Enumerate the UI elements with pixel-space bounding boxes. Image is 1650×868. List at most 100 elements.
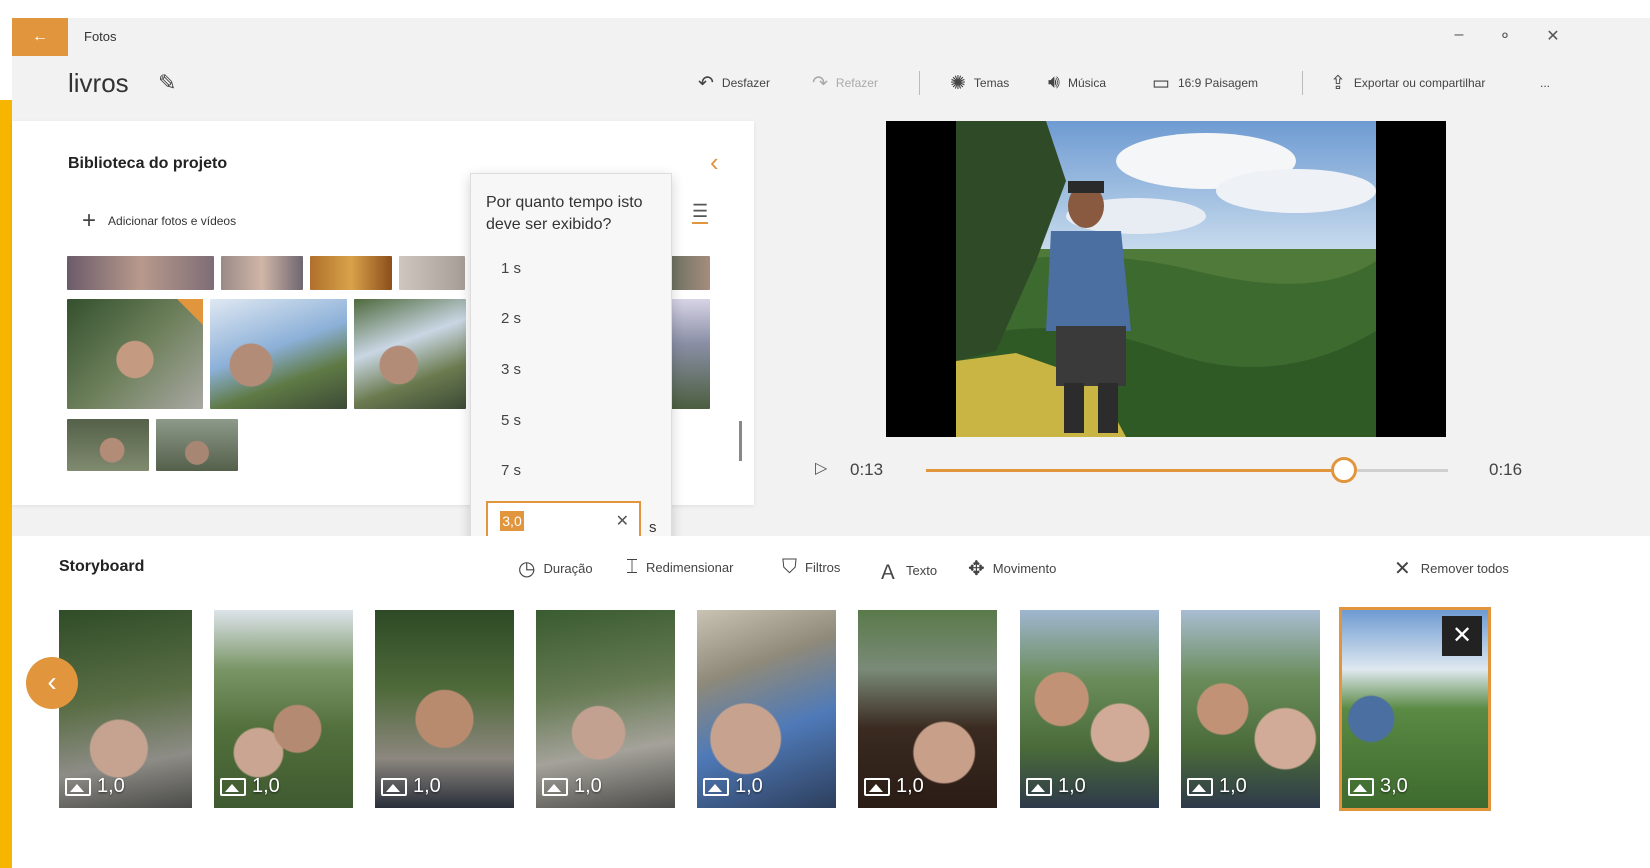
duration-option-3s[interactable]: 3 s	[501, 361, 521, 378]
video-editor-window: ← Fotos – ⚬ ✕ livros ✎ ↶ Desfazer ↷ Refaze…	[12, 18, 1650, 868]
filters-label: Filtros	[805, 560, 841, 575]
plus-icon: +	[82, 207, 97, 234]
used-in-project-corner	[177, 299, 203, 325]
storyboard-clip[interactable]: 1,0	[536, 610, 675, 808]
motion-button[interactable]: ✥ Movimento	[968, 556, 1056, 581]
filters-icon: ⛉	[782, 556, 797, 578]
duration-option-7s[interactable]: 7 s	[501, 462, 521, 479]
image-icon	[864, 777, 890, 796]
storyboard-clip[interactable]: 1,0	[59, 610, 192, 808]
more-label: ...	[1540, 76, 1551, 90]
library-thumbnail[interactable]	[399, 256, 465, 290]
aspect-label: 16:9 Paisagem	[1177, 76, 1259, 90]
close-icon: ✕	[1394, 558, 1411, 580]
image-icon	[1348, 777, 1374, 796]
library-thumbnail[interactable]	[156, 419, 238, 471]
filters-button[interactable]: ⛉ Filtros	[782, 556, 840, 579]
clip-duration: 1,0	[896, 775, 924, 797]
current-time: 0:13	[850, 460, 884, 479]
storyboard-clip[interactable]: 1,0	[1020, 610, 1159, 808]
music-label: Música	[1067, 76, 1106, 90]
storyboard-clip[interactable]: 1,0	[858, 610, 997, 808]
duration-unit-label: s	[649, 519, 657, 536]
storyboard-clip[interactable]: 1,0	[1181, 610, 1320, 808]
storyboard-clip[interactable]: 1,0	[375, 610, 514, 808]
custom-duration-input[interactable]: 3,0 ✕	[486, 501, 641, 539]
clip-duration: 1,0	[574, 775, 602, 797]
add-media-button[interactable]: + Adicionar fotos e vídeos	[82, 207, 236, 235]
clip-duration-badge: 1,0	[858, 775, 924, 798]
duration-option-1s[interactable]: 1 s	[501, 260, 521, 277]
library-thumbnail[interactable]	[67, 299, 203, 409]
more-options-button[interactable]: ...	[1540, 68, 1550, 98]
music-speaker-icon: 🔊︎	[1048, 72, 1060, 93]
photos-app-screen: ← Fotos – ⚬ ✕ livros ✎ ↶ Desfazer ↷ Refaze…	[0, 0, 1650, 868]
library-thumbnail[interactable]	[210, 299, 347, 409]
image-icon	[542, 777, 568, 796]
aspect-ratio-icon: ▭	[1152, 72, 1170, 94]
storyboard-clip[interactable]: 1,0	[214, 610, 353, 808]
rename-pencil-icon[interactable]: ✎	[158, 70, 176, 96]
clip-duration-badge: 3,0	[1342, 775, 1408, 798]
export-button[interactable]: ⇪ Exportar ou compartilhar	[1330, 68, 1485, 98]
clip-duration: 1,0	[1219, 775, 1247, 797]
themes-label: Temas	[973, 76, 1010, 90]
chevron-left-icon[interactable]: ‹	[710, 147, 719, 178]
remove-all-button[interactable]: ✕ Remover todos	[1394, 556, 1509, 581]
duration-option-2s[interactable]: 2 s	[501, 310, 521, 327]
storyboard-clip-selected[interactable]: ✕ 3,0	[1339, 607, 1491, 811]
toolbar-divider	[1302, 71, 1303, 95]
undo-button[interactable]: ↶ Desfazer	[698, 68, 770, 98]
preview-frame-photo	[956, 121, 1376, 437]
duration-button[interactable]: ◷ Duração	[518, 556, 593, 581]
image-icon	[1026, 777, 1052, 796]
library-scrollbar[interactable]	[739, 421, 742, 461]
clip-duration-badge: 1,0	[697, 775, 763, 798]
clip-duration-badge: 1,0	[1020, 775, 1086, 798]
playback-scrubber[interactable]	[926, 469, 1448, 472]
minimize-button[interactable]: –	[1444, 26, 1474, 44]
redo-icon: ↷	[812, 72, 828, 94]
library-thumbnail[interactable]	[67, 256, 214, 290]
add-media-label: Adicionar fotos e vídeos	[108, 214, 237, 228]
duration-option-5s[interactable]: 5 s	[501, 412, 521, 429]
clip-duration: 1,0	[413, 775, 441, 797]
music-button[interactable]: 🔊︎ Música	[1048, 68, 1106, 98]
library-thumbnail[interactable]	[67, 419, 149, 471]
library-thumbnail[interactable]	[221, 256, 303, 290]
storyboard-panel: Storyboard ◷ Duração ⌶ Redimensionar ⛉ Filt…	[12, 536, 1650, 868]
themes-button[interactable]: ✺ Temas	[950, 68, 1009, 98]
play-icon[interactable]: ▷	[815, 458, 827, 478]
themes-icon: ✺	[950, 72, 966, 94]
duration-question: Por quanto tempo isto deve ser exibido?	[486, 194, 643, 233]
redo-button[interactable]: ↷ Refazer	[812, 68, 878, 98]
text-label: Texto	[906, 563, 938, 578]
resize-label: Redimensionar	[646, 560, 734, 575]
library-title: Biblioteca do projeto	[68, 155, 228, 172]
preview-landscape-image	[956, 121, 1376, 437]
resize-button[interactable]: ⌶ Redimensionar	[626, 556, 733, 579]
list-view-icon[interactable]: ☰	[692, 201, 709, 224]
storyboard-scroll-left-chevron-icon[interactable]: ‹	[26, 657, 78, 709]
clip-duration: 1,0	[252, 775, 280, 797]
export-label: Exportar ou compartilhar	[1353, 76, 1486, 90]
library-thumbnail[interactable]	[354, 299, 466, 409]
restore-button[interactable]: ⚬	[1490, 26, 1520, 46]
storyboard-clip[interactable]: 1,0	[697, 610, 836, 808]
remove-clip-close-icon[interactable]: ✕	[1442, 616, 1482, 656]
clock-icon: ◷	[518, 558, 536, 580]
text-button[interactable]: Ａ Texto	[878, 556, 937, 585]
duration-label: Duração	[543, 561, 593, 576]
clip-duration: 3,0	[1380, 775, 1408, 797]
aspect-ratio-button[interactable]: ▭ 16:9 Paisagem	[1152, 68, 1258, 98]
image-icon	[1187, 777, 1213, 796]
motion-label: Movimento	[992, 561, 1057, 576]
clear-input-icon[interactable]: ✕	[616, 511, 629, 531]
video-preview[interactable]	[886, 121, 1446, 437]
library-thumbnail[interactable]	[310, 256, 392, 290]
image-icon	[65, 777, 91, 796]
scrubber-handle[interactable]	[1330, 457, 1357, 483]
clip-duration: 1,0	[1058, 775, 1086, 797]
back-button[interactable]: ←	[12, 18, 68, 56]
close-window-button[interactable]: ✕	[1538, 26, 1568, 46]
